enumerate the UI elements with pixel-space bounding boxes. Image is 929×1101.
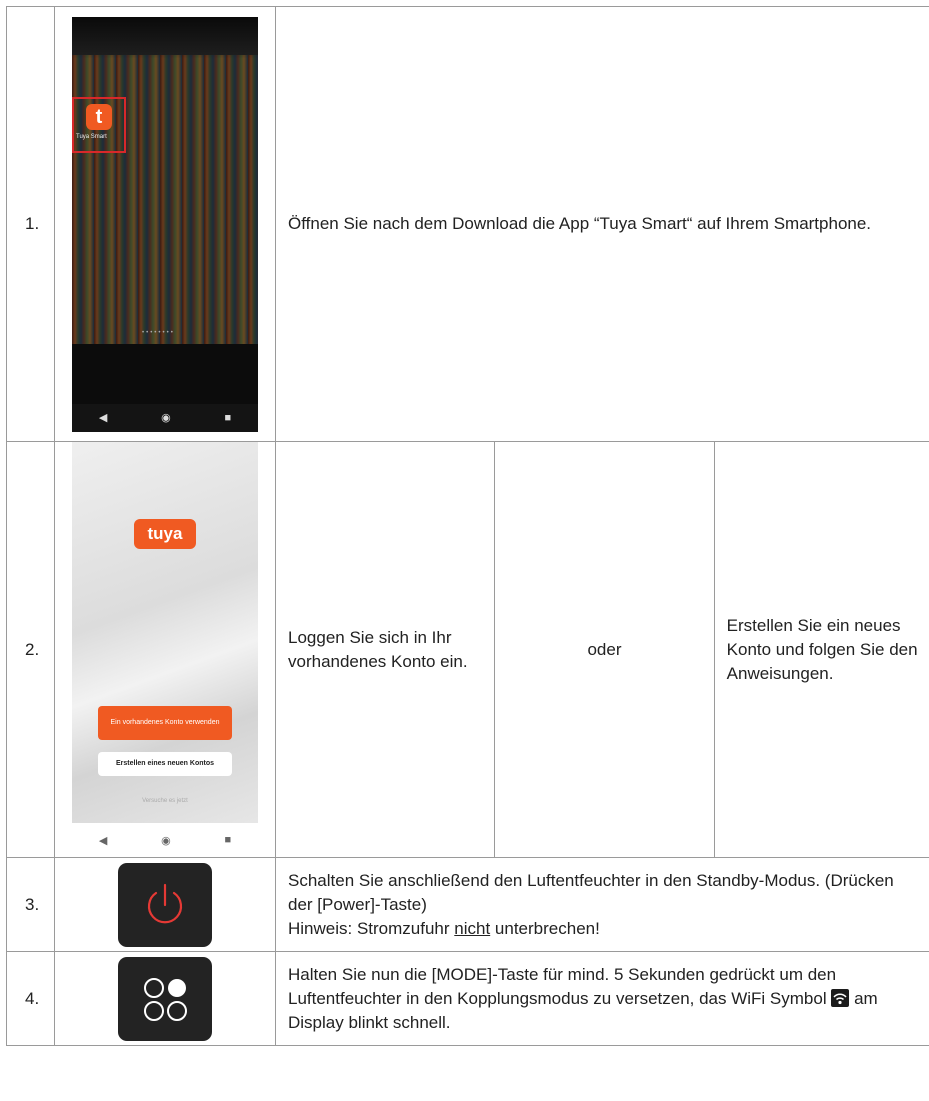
create-account-button: Erstellen eines neuen Kontos xyxy=(98,752,232,776)
step-number: 1. xyxy=(6,6,55,442)
app-label: Tuya Smart xyxy=(76,133,107,140)
hint-underlined: nicht xyxy=(454,918,491,938)
mode-key xyxy=(118,956,212,1041)
step-row-1: 1. t Tuya Smart •••••••• ◀ ◉ ■ Öffnen Si… xyxy=(6,6,929,442)
step-text: Halten Sie nun die [MODE]-Taste für mind… xyxy=(275,951,929,1046)
tuya-logo: tuya xyxy=(134,519,196,549)
step-text-create: Erstellen Sie ein neues Konto und folgen… xyxy=(713,441,929,858)
step-image-cell: t Tuya Smart •••••••• ◀ ◉ ■ xyxy=(54,6,276,442)
power-key xyxy=(118,862,212,947)
back-icon: ◀ xyxy=(98,412,108,424)
wifi-icon xyxy=(831,988,850,1007)
hint-prefix: Hinweis: Stromzufuhr xyxy=(288,918,455,938)
recents-icon: ■ xyxy=(224,834,232,846)
hint-suffix: unterbrechen! xyxy=(490,918,600,938)
page-dots: •••••••• xyxy=(142,329,175,336)
home-icon: ◉ xyxy=(161,834,171,847)
step-text-line: Schalten Sie anschließend den Luftentfeu… xyxy=(288,870,894,914)
step-image-cell: tuya Ein vorhandenes Konto verwenden Ers… xyxy=(54,441,276,858)
phone-home-screen: t Tuya Smart •••••••• ◀ ◉ ■ xyxy=(72,16,258,432)
step-text-before: Halten Sie nun die [MODE]-Taste für mind… xyxy=(288,964,837,1008)
step-text-login: Loggen Sie sich in Ihr vorhandenes Konto… xyxy=(274,441,496,858)
recents-icon: ■ xyxy=(224,411,232,424)
mode-icon xyxy=(144,977,187,1021)
step-image-cell xyxy=(54,951,276,1046)
tuya-app-icon: t xyxy=(86,103,112,130)
app-highlight-box: t Tuya Smart xyxy=(72,96,126,153)
step-row-4: 4. Halten Sie nun die [MODE]-Taste für m… xyxy=(6,951,929,1046)
steps-table: 1. t Tuya Smart •••••••• ◀ ◉ ■ Öffnen Si… xyxy=(6,6,929,1046)
step-number: 2. xyxy=(6,441,55,858)
home-icon: ◉ xyxy=(161,412,171,424)
phone-login-screen: tuya Ein vorhandenes Konto verwenden Ers… xyxy=(72,442,258,857)
try-later-link: Versuche es jetzt xyxy=(142,798,188,804)
phone-nav-bar: ◀ ◉ ■ xyxy=(72,403,258,432)
step-text: Schalten Sie anschließend den Luftentfeu… xyxy=(275,857,929,952)
power-icon xyxy=(147,883,183,923)
step-number: 4. xyxy=(6,951,55,1046)
step-text-or: oder xyxy=(494,441,715,858)
phone-nav-bar: ◀ ◉ ■ xyxy=(72,823,258,857)
step-image-cell xyxy=(54,857,276,952)
step-row-2: 2. tuya Ein vorhandenes Konto verwenden … xyxy=(6,441,929,858)
use-existing-account-button: Ein vorhandenes Konto verwenden xyxy=(98,706,232,740)
step-text: Öffnen Sie nach dem Download die App “Tu… xyxy=(275,6,929,442)
back-icon: ◀ xyxy=(98,834,108,847)
step-row-3: 3. Schalten Sie anschließend den Luftent… xyxy=(6,857,929,952)
step-number: 3. xyxy=(6,857,55,952)
